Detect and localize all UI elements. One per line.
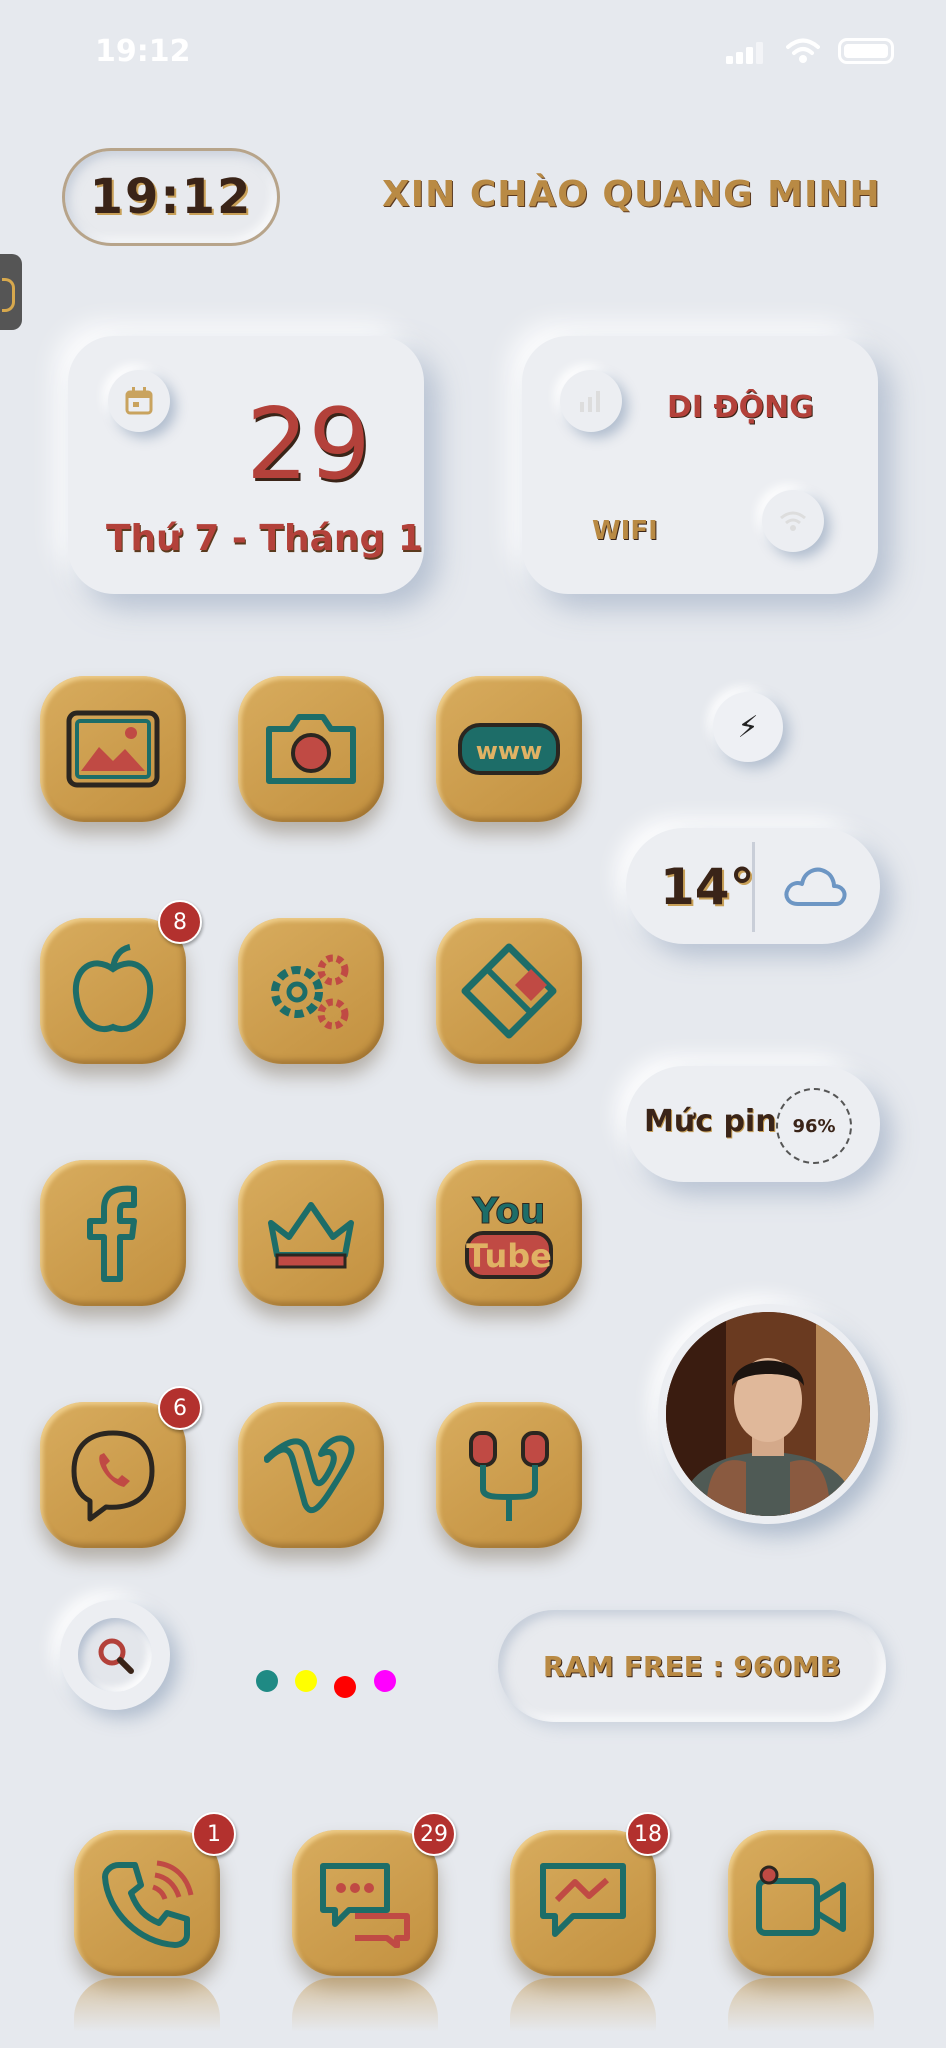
svg-text:www: www bbox=[476, 737, 543, 765]
notification-badge: 8 bbox=[158, 900, 202, 944]
app-youtube[interactable]: You Tube bbox=[436, 1160, 582, 1306]
cellular-signal-icon bbox=[726, 42, 763, 64]
wifi-icon bbox=[780, 511, 806, 531]
avatar[interactable] bbox=[666, 1312, 870, 1516]
app-app-store[interactable] bbox=[40, 918, 186, 1064]
status-bar-time: 19:12 bbox=[95, 34, 191, 69]
vimeo-icon bbox=[264, 1435, 355, 1513]
clock-widget[interactable]: 19:12 bbox=[62, 148, 280, 246]
wifi-toggle[interactable] bbox=[762, 490, 824, 552]
color-dot-teal[interactable] bbox=[256, 1670, 278, 1692]
lightning-icon: ⚡︎ bbox=[737, 709, 759, 745]
kinemaster-icon bbox=[461, 943, 557, 1039]
color-dot-red[interactable] bbox=[334, 1676, 356, 1698]
wifi-status-icon bbox=[786, 38, 820, 63]
app-earphones[interactable] bbox=[436, 1402, 582, 1548]
weather-temperature: 14° bbox=[660, 858, 755, 916]
phone-icon bbox=[102, 1860, 194, 1948]
dock-reflection bbox=[74, 1978, 220, 2038]
dock-messenger[interactable] bbox=[510, 1830, 656, 1976]
battery-percent: 96% bbox=[776, 1088, 852, 1164]
search-icon bbox=[98, 1638, 134, 1674]
notification-badge: 6 bbox=[158, 1386, 202, 1430]
app-crown[interactable] bbox=[238, 1160, 384, 1306]
side-panel-handle[interactable] bbox=[0, 254, 22, 330]
app-camera[interactable] bbox=[238, 676, 384, 822]
chat-bubbles-icon bbox=[320, 1863, 410, 1948]
dock-facetime[interactable] bbox=[728, 1830, 874, 1976]
dock-messages[interactable] bbox=[292, 1830, 438, 1976]
battery-status-icon bbox=[838, 38, 894, 64]
color-dot-yellow[interactable] bbox=[295, 1670, 317, 1692]
battery-label: Mức pin bbox=[644, 1104, 777, 1139]
search-button[interactable] bbox=[78, 1618, 152, 1692]
calendar-icon bbox=[108, 370, 170, 432]
mobile-data-label: DI ĐỘNG bbox=[667, 390, 814, 425]
youtube-icon: You Tube bbox=[465, 1191, 553, 1279]
messenger-icon bbox=[540, 1863, 626, 1937]
app-facebook[interactable] bbox=[40, 1160, 186, 1306]
video-camera-icon bbox=[756, 1865, 846, 1936]
dock-phone[interactable] bbox=[74, 1830, 220, 1976]
app-settings[interactable] bbox=[238, 918, 384, 1064]
youtube-you-text: You bbox=[471, 1191, 545, 1232]
dock-reflection bbox=[510, 1978, 656, 2038]
greeting-text: XIN CHÀO QUANG MINH bbox=[382, 174, 881, 215]
youtube-tube-text: Tube bbox=[466, 1237, 552, 1275]
facebook-icon bbox=[87, 1185, 137, 1282]
notification-badge: 29 bbox=[412, 1812, 456, 1856]
mobile-signal-icon bbox=[580, 391, 600, 412]
www-icon: www bbox=[458, 723, 560, 775]
earphones-icon bbox=[469, 1431, 549, 1521]
viber-icon bbox=[71, 1430, 155, 1522]
cloud-icon bbox=[784, 867, 847, 906]
photo-icon bbox=[66, 710, 160, 788]
camera-icon bbox=[266, 714, 356, 784]
app-browser[interactable]: www bbox=[436, 676, 582, 822]
app-vimeo[interactable] bbox=[238, 1402, 384, 1548]
profile-photo bbox=[666, 1312, 870, 1516]
weather-divider bbox=[752, 842, 755, 932]
flashlight-button[interactable]: ⚡︎ bbox=[713, 692, 783, 762]
app-photos[interactable] bbox=[40, 676, 186, 822]
notification-badge: 1 bbox=[192, 1812, 236, 1856]
apple-icon bbox=[72, 944, 154, 1032]
app-kinemaster[interactable] bbox=[436, 918, 582, 1064]
dock-reflection bbox=[292, 1978, 438, 2038]
dock-reflection bbox=[728, 1978, 874, 2038]
crown-icon bbox=[268, 1202, 354, 1269]
ram-widget: RAM FREE : 960MB bbox=[498, 1610, 886, 1722]
wifi-label: WIFI bbox=[592, 516, 658, 546]
date-label: Thứ 7 - Tháng 1 bbox=[106, 518, 423, 559]
date-day: 29 bbox=[246, 388, 371, 502]
gears-icon bbox=[271, 954, 349, 1030]
color-dot-magenta[interactable] bbox=[374, 1670, 396, 1692]
mobile-data-toggle[interactable] bbox=[560, 370, 622, 432]
notification-badge: 18 bbox=[626, 1812, 670, 1856]
